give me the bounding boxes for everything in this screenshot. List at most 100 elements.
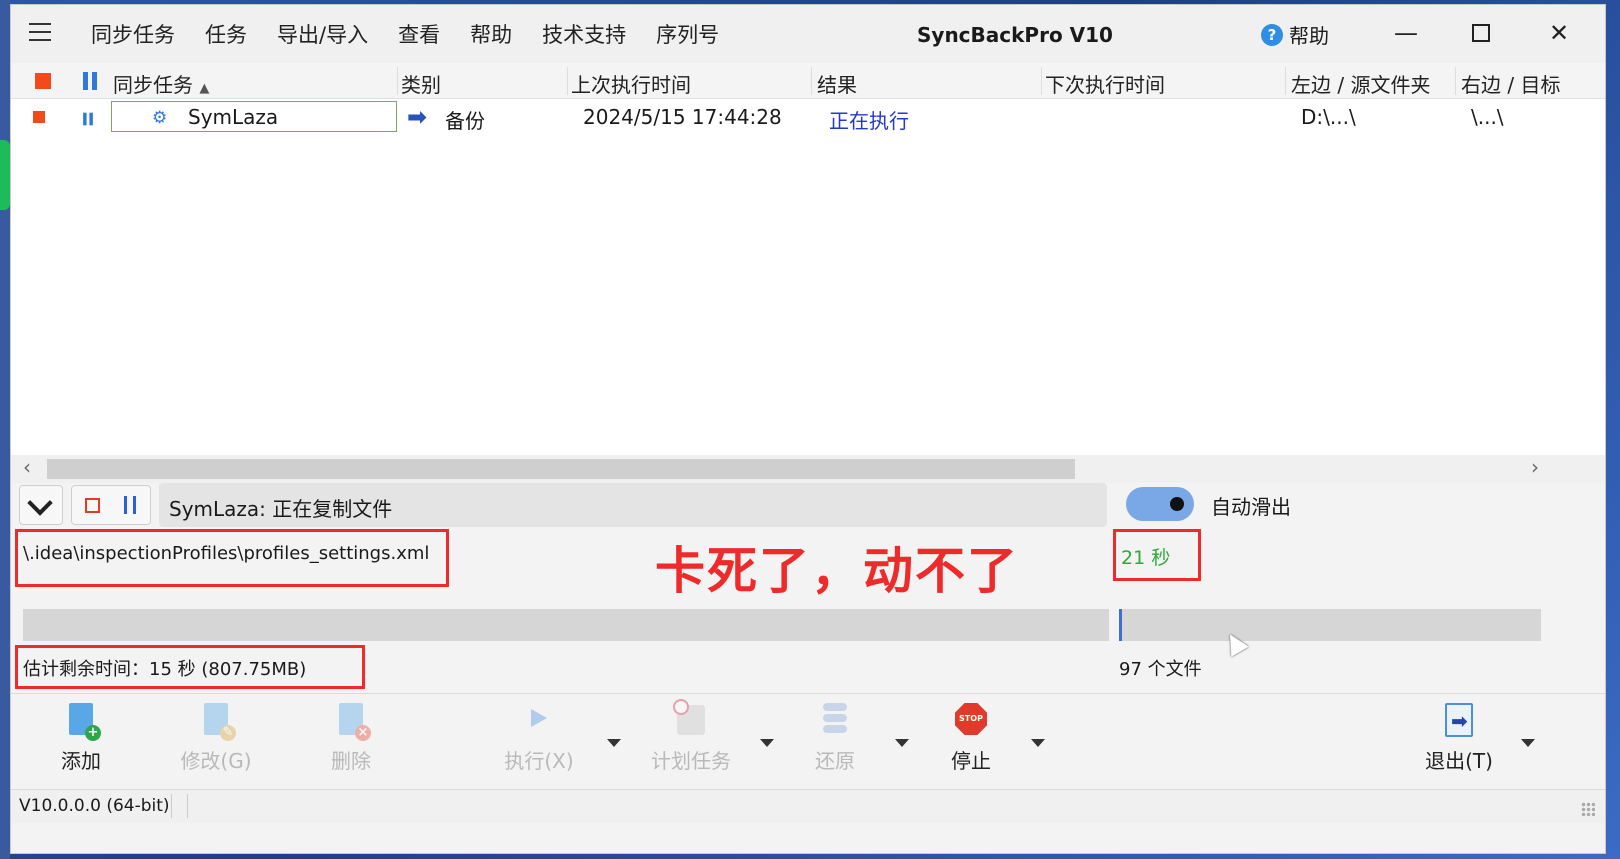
delete-profile-icon: ×: [335, 703, 371, 741]
profile-left-path: D:\...\: [1301, 105, 1356, 129]
help-icon: ?: [1261, 23, 1283, 46]
stop-button[interactable]: STOP 停止: [921, 703, 1021, 774]
file-progress-bar: [1119, 609, 1541, 641]
schedule-dropdown-icon[interactable]: [760, 739, 774, 747]
bottom-toolbar: + 添加 ✎ 修改(G) × 删除 执行(X) 计划任务 还原 STOP 停止: [11, 695, 1605, 789]
exit-button[interactable]: ➡ 退出(T): [1409, 703, 1509, 774]
profile-table: 同步任务 ▲ 类别 上次执行时间 结果 下次执行时间 左边 / 源文件夹 右边 …: [11, 63, 1605, 455]
run-label: 执行(X): [504, 749, 574, 773]
profile-category: 备份: [445, 109, 485, 133]
add-profile-icon: +: [65, 703, 101, 741]
column-header-last-run[interactable]: 上次执行时间: [571, 69, 691, 98]
hamburger-menu-icon[interactable]: [29, 23, 51, 41]
restore-dropdown-icon[interactable]: [895, 739, 909, 747]
status-bar: V10.0.0.0 (64-bit): [11, 789, 1605, 823]
auto-slide-toggle[interactable]: [1126, 487, 1194, 521]
pause-task-icon[interactable]: [124, 496, 138, 514]
column-header-right-dest[interactable]: 右边 / 目标: [1461, 69, 1560, 98]
scrollbar-thumb[interactable]: [47, 459, 1075, 479]
column-header-next-run[interactable]: 下次执行时间: [1045, 69, 1165, 98]
modify-label: 修改(G): [180, 749, 252, 773]
column-header-name[interactable]: 同步任务 ▲: [113, 69, 209, 98]
horizontal-scrollbar[interactable]: ‹ ›: [11, 455, 1605, 483]
collapse-panel-button[interactable]: [19, 485, 63, 525]
scroll-right-icon[interactable]: ›: [1531, 455, 1539, 479]
exit-dropdown-icon[interactable]: [1521, 739, 1535, 747]
exit-label: 退出(T): [1425, 749, 1493, 773]
pause-all-icon[interactable]: [83, 72, 97, 90]
run-button[interactable]: 执行(X): [489, 703, 589, 774]
minimize-button[interactable]: —: [1386, 17, 1426, 49]
stop-label: 停止: [951, 749, 991, 773]
desktop-edge: [0, 0, 10, 859]
resize-grip-icon[interactable]: [1581, 802, 1595, 816]
stop-dropdown-icon[interactable]: [1031, 739, 1045, 747]
menu-item-serial[interactable]: 序列号: [656, 19, 719, 49]
edit-profile-icon: ✎: [200, 703, 236, 741]
annotation-text: 卡死了，动不了: [655, 542, 1019, 600]
column-header-left-source[interactable]: 左边 / 源文件夹: [1291, 69, 1430, 98]
add-button[interactable]: + 添加: [31, 703, 131, 774]
window-title: SyncBackPro V10: [917, 23, 1113, 47]
app-window: 同步任务 任务 导出/导入 查看 帮助 技术支持 序列号 SyncBackPro…: [10, 4, 1606, 854]
menu-bar: 同步任务 任务 导出/导入 查看 帮助 技术支持 序列号: [91, 19, 749, 49]
maximize-button[interactable]: [1461, 17, 1501, 49]
profile-name-cell[interactable]: ⚙ SymLaza: [111, 101, 397, 132]
restore-icon: [819, 703, 851, 739]
menu-item-task[interactable]: 任务: [205, 19, 247, 49]
task-control-buttons: [71, 485, 151, 525]
run-dropdown-icon[interactable]: [607, 739, 621, 747]
column-header-result[interactable]: 结果: [817, 69, 857, 98]
column-header-category[interactable]: 类别: [401, 69, 441, 98]
row-stop-icon[interactable]: [33, 111, 45, 123]
close-button[interactable]: ✕: [1539, 17, 1579, 49]
profile-name: SymLaza: [188, 105, 279, 129]
modify-button[interactable]: ✎ 修改(G): [166, 703, 266, 774]
profile-result: 正在执行: [829, 109, 909, 133]
schedule-button[interactable]: 计划任务: [641, 699, 741, 774]
menu-item-export-import[interactable]: 导出/导入: [277, 19, 368, 49]
version-text: V10.0.0.0 (64-bit): [19, 796, 170, 816]
stop-task-icon[interactable]: [85, 498, 100, 513]
elapsed-time: 21 秒: [1121, 547, 1171, 569]
current-file-path: \.idea\inspectionProfiles\profiles_setti…: [23, 543, 430, 564]
task-status-text: SymLaza: 正在复制文件: [159, 483, 1107, 527]
title-bar: 同步任务 任务 导出/导入 查看 帮助 技术支持 序列号 SyncBackPro…: [11, 5, 1605, 63]
scroll-left-icon[interactable]: ‹: [23, 455, 31, 479]
table-row[interactable]: ⚙ SymLaza ➡ 备份 2024/5/15 17:44:28 正在执行 D…: [11, 99, 1605, 135]
restore-label: 还原: [815, 749, 855, 773]
row-pause-icon[interactable]: [83, 112, 93, 126]
table-header: 同步任务 ▲ 类别 上次执行时间 结果 下次执行时间 左边 / 源文件夹 右边 …: [11, 63, 1605, 99]
stop-sign-icon: STOP: [955, 703, 987, 739]
progress-panel: SymLaza: 正在复制文件 自动滑出 \.idea\inspectionPr…: [11, 483, 1605, 693]
maximize-icon: [1472, 24, 1490, 42]
help-label: 帮助: [1289, 24, 1329, 48]
auto-slide-label: 自动滑出: [1211, 495, 1291, 519]
overall-progress-bar: [23, 609, 1109, 641]
menu-item-help[interactable]: 帮助: [470, 19, 512, 49]
gears-icon: ⚙: [152, 108, 168, 128]
add-label: 添加: [61, 749, 101, 773]
file-progress-fill: [1119, 609, 1122, 641]
stop-all-icon[interactable]: [35, 73, 51, 89]
exit-icon: ➡: [1443, 703, 1475, 739]
eta-text: 估计剩余时间：15 秒 (807.75MB): [23, 659, 307, 680]
menu-item-tech-support[interactable]: 技术支持: [542, 19, 626, 49]
help-button[interactable]: ? 帮助: [1261, 20, 1329, 49]
delete-label: 删除: [331, 749, 371, 773]
files-count: 97 个文件: [1119, 659, 1202, 680]
desktop-app-icon: [0, 140, 10, 210]
schedule-icon: [673, 699, 707, 739]
backup-arrow-icon: ➡: [407, 103, 428, 131]
menu-item-view[interactable]: 查看: [398, 19, 440, 49]
play-icon: [523, 703, 555, 739]
chevron-down-icon: [27, 490, 53, 516]
delete-button[interactable]: × 删除: [301, 703, 401, 774]
schedule-label: 计划任务: [651, 749, 731, 773]
profile-last-run: 2024/5/15 17:44:28: [583, 105, 782, 129]
sort-asc-icon: ▲: [199, 81, 210, 96]
restore-button[interactable]: 还原: [785, 703, 885, 774]
panel-divider: [11, 693, 1605, 694]
menu-item-sync-tasks[interactable]: 同步任务: [91, 19, 175, 49]
profile-right-path: \...\: [1471, 105, 1504, 129]
